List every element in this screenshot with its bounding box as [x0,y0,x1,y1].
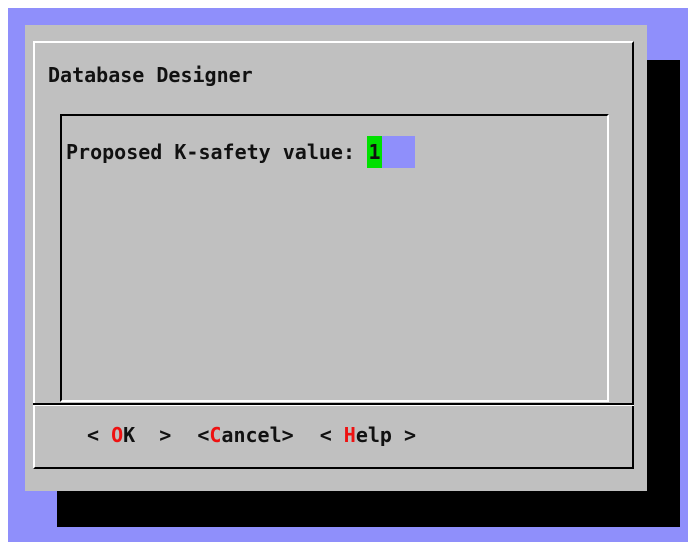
cancel-button-open: < [197,423,210,447]
cancel-button-hotkey: C [209,423,222,447]
help-button[interactable]: < Help > [320,423,416,447]
cancel-button-label: ancel [221,423,282,447]
ok-button-close: > [147,423,172,447]
help-button-open: < [319,423,344,447]
k-safety-label: Proposed K-safety value: [66,140,355,164]
help-button-close: > [391,423,417,447]
dialog-title: Database Designer [48,63,253,87]
help-button-label: elp [355,423,392,447]
button-separator-highlight [33,405,634,406]
help-button-hotkey: H [343,423,356,447]
cancel-button-close: > [281,423,294,447]
database-designer-dialog: Database Designer Proposed K-safety valu… [25,25,647,491]
k-safety-input[interactable]: 1 [366,136,415,168]
button-bar: < OK > < Cancel > < Help > [87,423,416,447]
ok-button-label: K [123,423,148,447]
ok-button[interactable]: < OK > [87,423,171,447]
k-safety-input-value: 1 [366,136,382,168]
k-safety-row: Proposed K-safety value: 1 [66,136,415,168]
ok-button-hotkey: O [111,423,124,447]
ok-button-open: < [87,423,112,447]
cancel-button[interactable]: < Cancel > [197,423,293,447]
